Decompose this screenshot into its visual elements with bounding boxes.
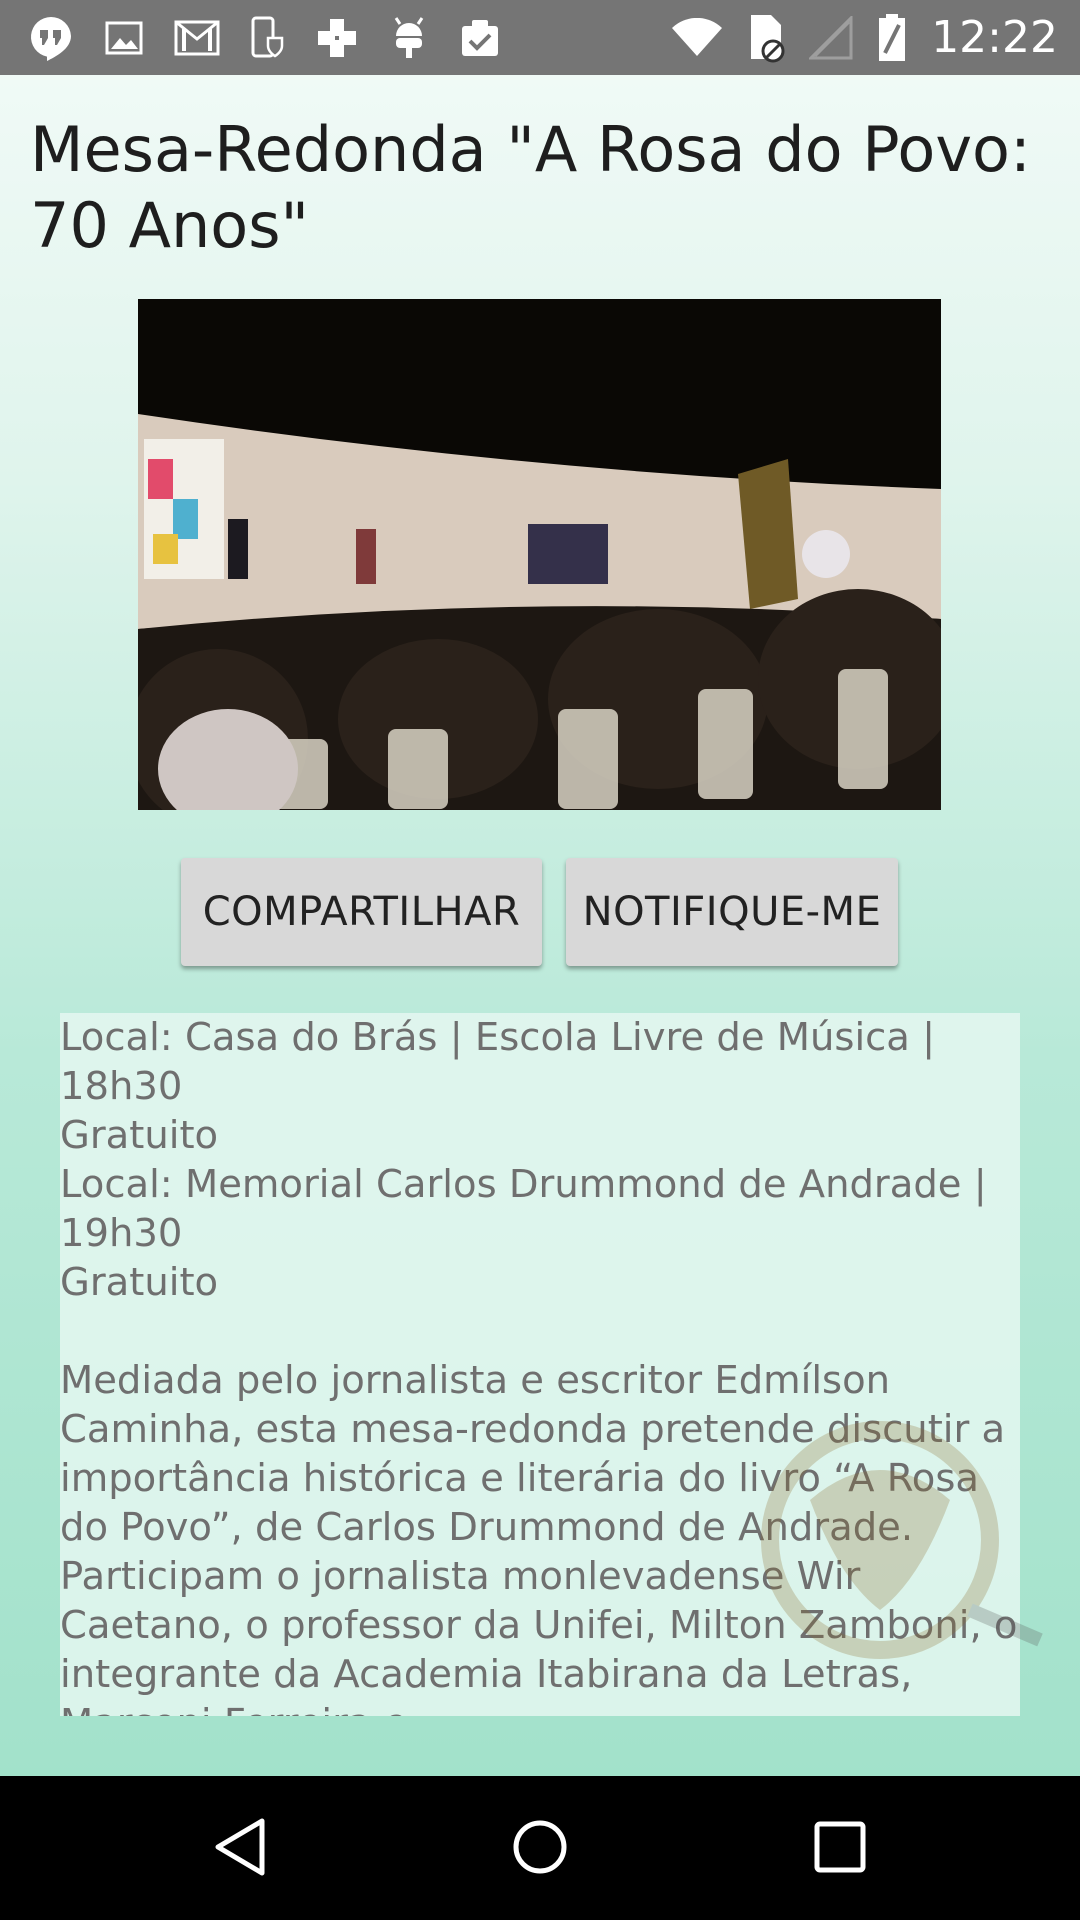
- detail-line: 19h30: [60, 1211, 183, 1256]
- signal-icon: [809, 15, 853, 60]
- recents-icon[interactable]: [795, 1802, 885, 1892]
- phone-shield-icon: [250, 16, 284, 60]
- navigation-bar: [0, 1776, 1080, 1920]
- back-icon[interactable]: [195, 1802, 285, 1892]
- notify-me-button[interactable]: NOTIFIQUE-ME: [566, 858, 898, 966]
- sim-blocked-icon: [747, 13, 785, 63]
- android-icon: [390, 16, 428, 60]
- system-icons: 12:22: [647, 12, 1058, 63]
- page-title: Mesa-Redonda "A Rosa do Povo: 70 Anos": [30, 113, 1031, 262]
- detail-line: Gratuito: [60, 1260, 219, 1305]
- hangouts-icon: [28, 15, 74, 61]
- detail-line: Local: Memorial Carlos Drummond de Andra…: [60, 1162, 987, 1207]
- status-clock: 12:22: [931, 12, 1058, 63]
- event-description: Mediada pelo jornalista e escritor Edmíl…: [60, 1358, 1018, 1716]
- share-button[interactable]: COMPARTILHAR: [181, 858, 542, 966]
- detail-line: Gratuito: [60, 1113, 219, 1158]
- clipboard-check-icon: [458, 16, 502, 60]
- notification-icons: [28, 15, 532, 61]
- gmail-icon: [174, 19, 220, 57]
- status-bar: 12:22: [0, 0, 1080, 75]
- event-detail-screen: 12:22 Mesa-Redonda "A Rosa do Povo: 70 A…: [0, 0, 1080, 1920]
- plus-cross-icon: [314, 15, 360, 61]
- event-photo: [138, 299, 941, 810]
- gallery-icon: [104, 18, 144, 58]
- detail-line: 18h30: [60, 1064, 183, 1109]
- home-icon[interactable]: [495, 1802, 585, 1892]
- detail-line: Local: Casa do Brás | Escola Livre de Mú…: [60, 1015, 936, 1060]
- battery-icon: [877, 13, 907, 63]
- wifi-icon: [671, 17, 723, 58]
- event-details[interactable]: Local: Casa do Brás | Escola Livre de Mú…: [60, 1013, 1020, 1716]
